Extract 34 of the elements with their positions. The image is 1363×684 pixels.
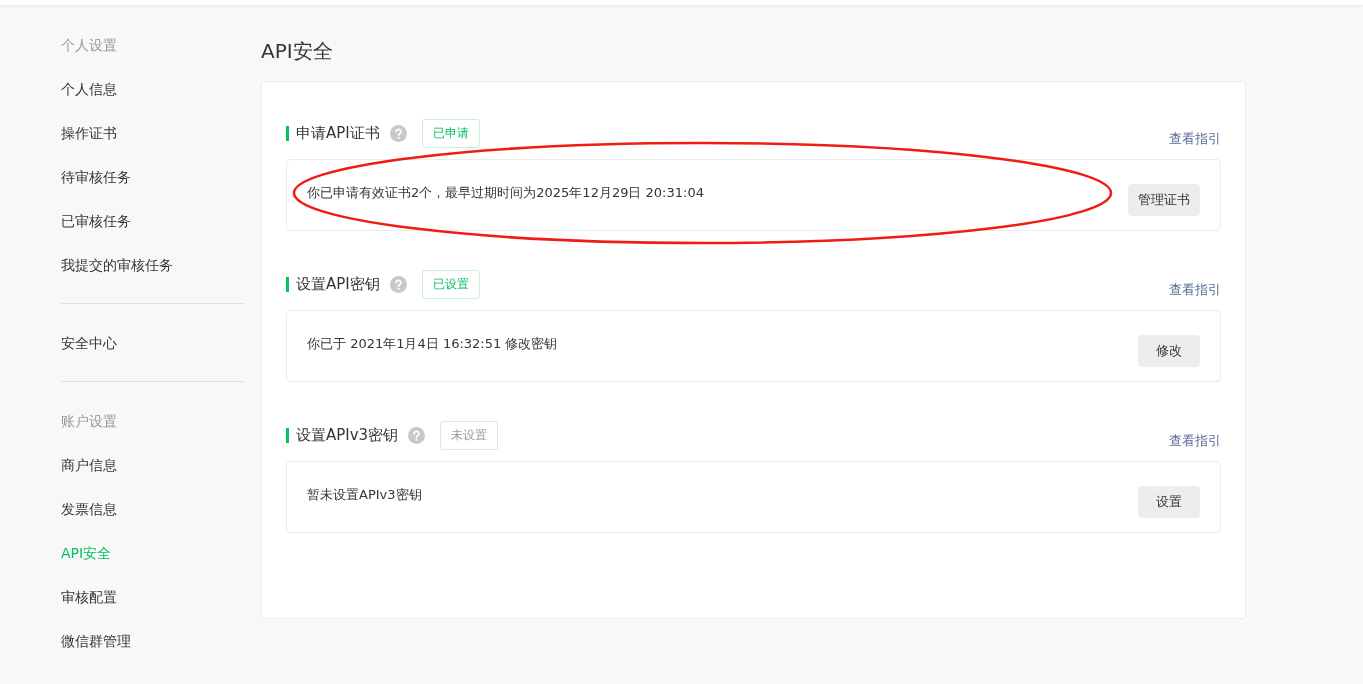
sidebar-item[interactable]: 操作证书 — [61, 123, 245, 167]
status-tag: 未设置 — [440, 421, 499, 450]
action-button[interactable]: 修改 — [1138, 335, 1200, 367]
guide-link[interactable]: 查看指引 — [1169, 281, 1221, 299]
description: 你已于 2021年1月4日 16:32:51 修改密钥 — [307, 335, 558, 353]
sidebar-item[interactable]: 审核配置 — [61, 587, 245, 631]
sidebar-heading: 个人设置 — [61, 36, 118, 55]
sidebar-item[interactable]: 待审核任务 — [61, 167, 245, 211]
sidebar-item[interactable]: 我提交的审核任务 — [61, 255, 245, 299]
accent-bar — [286, 277, 289, 292]
page-title: API安全 — [261, 38, 334, 65]
description: 暂未设置APIv3密钥 — [307, 486, 422, 504]
section-title: 设置APIv3密钥 — [296, 426, 399, 445]
accent-bar — [286, 126, 289, 141]
accent-bar — [286, 428, 289, 443]
sidebar-item[interactable]: 微信群管理 — [61, 631, 245, 675]
action-button[interactable]: 管理证书 — [1128, 184, 1200, 216]
guide-link[interactable]: 查看指引 — [1169, 432, 1221, 450]
section-title: 申请API证书 — [296, 124, 380, 143]
guide-link[interactable]: 查看指引 — [1169, 130, 1221, 148]
sidebar-item[interactable]: 发票信息 — [61, 499, 245, 543]
section-title: 设置API密钥 — [296, 275, 380, 294]
status-tag: 已设置 — [421, 270, 480, 299]
action-button[interactable]: 设置 — [1138, 486, 1200, 518]
sidebar-heading: 账户设置 — [61, 412, 118, 431]
sidebar-item[interactable]: 商户信息 — [61, 455, 245, 499]
help-icon[interactable] — [408, 427, 426, 444]
description: 你已申请有效证书2个，最早过期时间为2025年12月29日 20:31:04 — [307, 184, 704, 202]
status-tag: 已申请 — [421, 119, 480, 148]
help-icon[interactable] — [389, 125, 407, 142]
sidebar-item[interactable]: 已审核任务 — [61, 211, 245, 255]
sidebar-item[interactable]: 个人信息 — [61, 79, 245, 123]
sidebar-item[interactable]: 安全中心 — [61, 333, 245, 377]
help-icon[interactable] — [389, 276, 407, 293]
